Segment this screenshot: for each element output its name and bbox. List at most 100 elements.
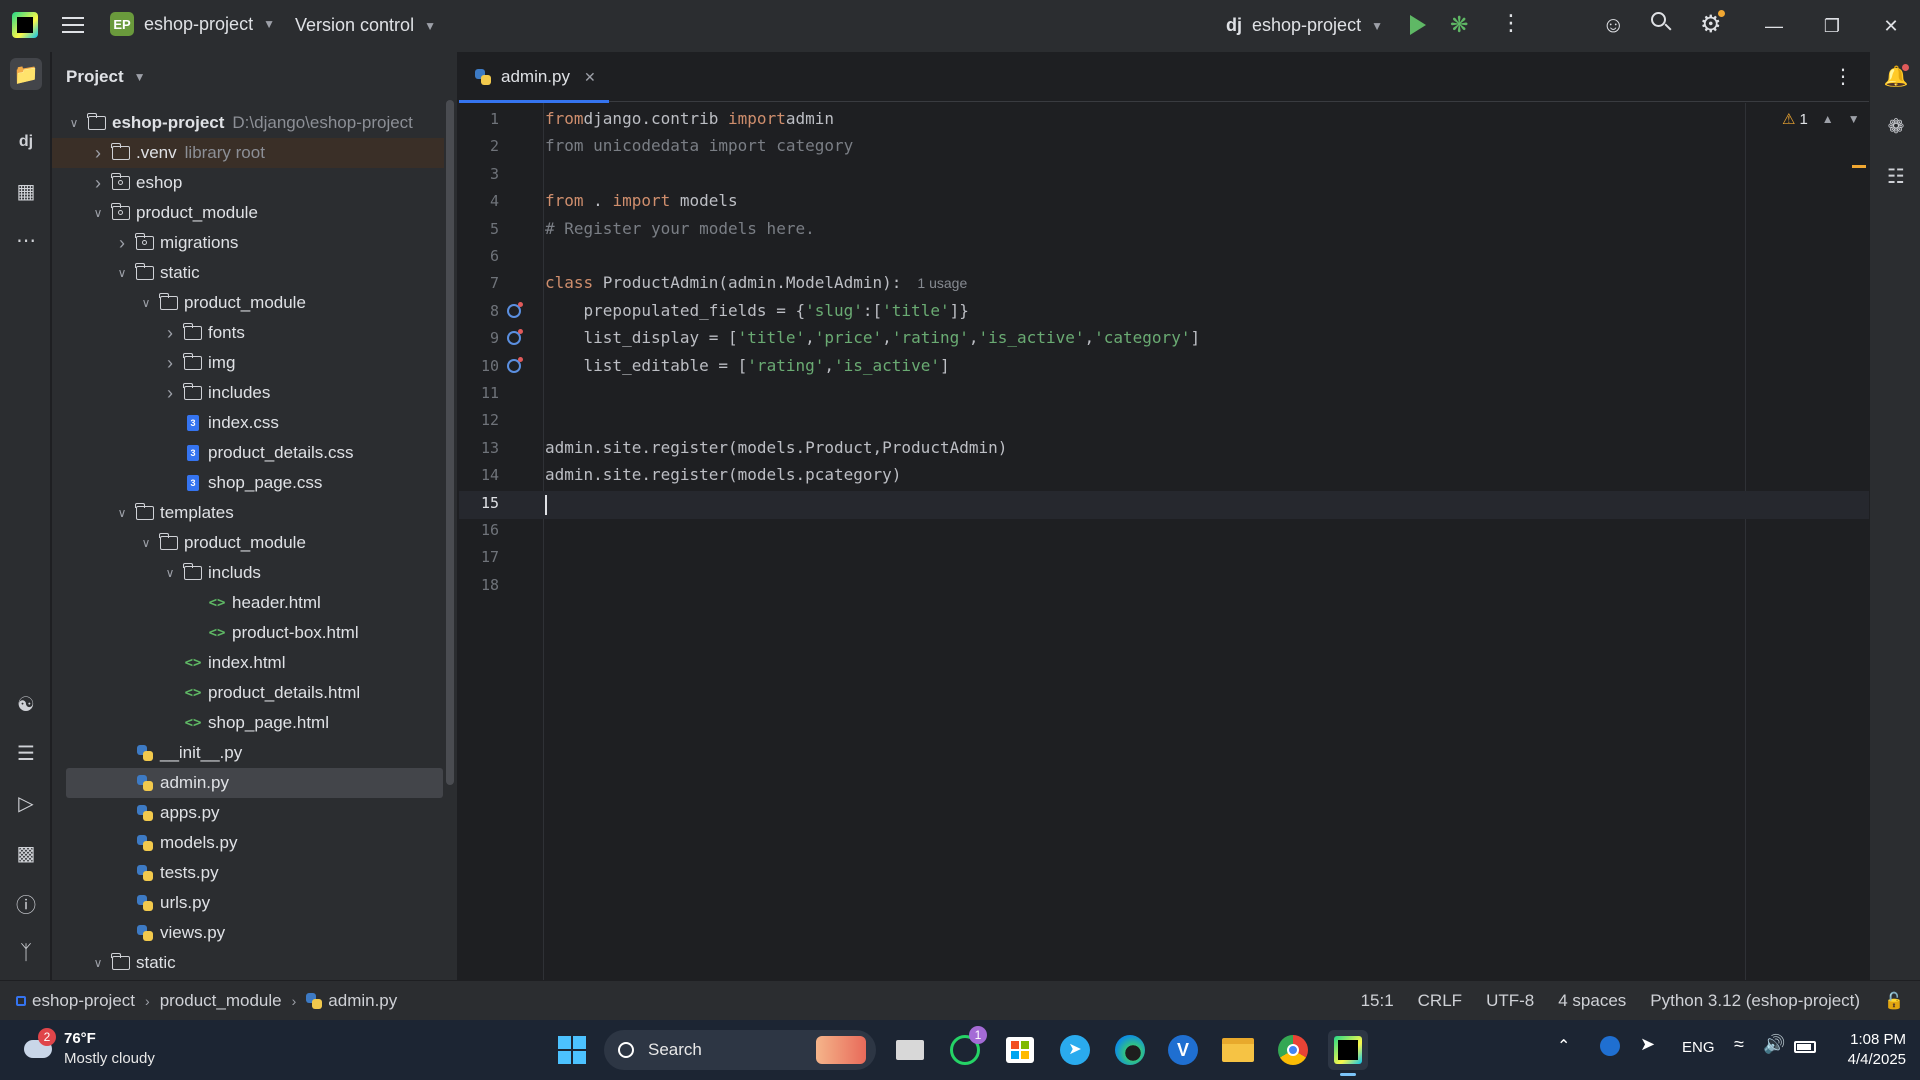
services-icon[interactable]: ▷ xyxy=(10,787,42,819)
version-control-menu[interactable]: Version control ▼ xyxy=(295,15,436,36)
more-actions-icon[interactable]: ⋮ xyxy=(1500,10,1522,36)
vpn-icon[interactable]: V xyxy=(1163,1030,1203,1070)
interpreter-selector[interactable]: Python 3.12 (eshop-project) xyxy=(1650,991,1860,1011)
structure-tool-icon[interactable]: ▦ xyxy=(10,175,42,207)
tree-item[interactable]: ∨ eshop-project D:\django\eshop-project xyxy=(52,108,444,138)
debug-icon[interactable]: ❋ xyxy=(1450,12,1468,38)
line-ending[interactable]: CRLF xyxy=(1418,991,1462,1011)
project-tool-icon[interactable]: 📁 xyxy=(10,58,42,90)
close-tab-icon[interactable]: ✕ xyxy=(584,69,596,86)
lock-icon[interactable]: 🔓 xyxy=(1884,991,1904,1011)
tree-item[interactable]: › includes xyxy=(52,378,444,408)
previous-highlight-icon[interactable]: ▲ xyxy=(1822,112,1834,126)
git-icon[interactable]: ᛉ xyxy=(10,937,42,969)
tree-item[interactable]: <> index.html xyxy=(52,648,444,678)
search-everywhere-icon[interactable] xyxy=(1651,12,1673,34)
indent-setting[interactable]: 4 spaces xyxy=(1558,991,1626,1011)
tree-item[interactable]: › .venv library root xyxy=(52,138,444,168)
chrome-icon[interactable] xyxy=(1273,1030,1313,1070)
telegram-icon[interactable]: ➤ xyxy=(1055,1030,1095,1070)
caret-position[interactable]: 15:1 xyxy=(1361,991,1394,1011)
layers-icon[interactable]: ☰ xyxy=(10,737,42,769)
tree-item[interactable]: <> product-box.html xyxy=(52,618,444,648)
run-config-selector[interactable]: dj eshop-project ▼ xyxy=(1226,15,1383,36)
warning-stripe-marker[interactable] xyxy=(1852,165,1866,168)
tree-item[interactable]: views.py xyxy=(52,918,444,948)
database-icon[interactable]: ☷ xyxy=(1880,160,1912,192)
overrides-icon[interactable] xyxy=(507,356,523,373)
tray-location-icon[interactable]: ➤ xyxy=(1640,1034,1655,1055)
tree-item[interactable]: ∨ product_module xyxy=(52,528,444,558)
run-icon[interactable] xyxy=(1410,15,1426,35)
microsoft-store-icon[interactable] xyxy=(1000,1030,1040,1070)
tree-item[interactable]: urls.py xyxy=(52,888,444,918)
tree-item[interactable]: tests.py xyxy=(52,858,444,888)
show-hidden-icons[interactable]: ⌃ xyxy=(1557,1036,1570,1056)
chevron-down-icon[interactable]: ∨ xyxy=(138,536,154,550)
project-selector[interactable]: EP eshop-project ▼ xyxy=(110,12,275,36)
tree-item[interactable]: ∨ static xyxy=(52,948,444,978)
settings-icon[interactable]: ⚙ xyxy=(1700,10,1725,39)
tree-item[interactable]: › fonts xyxy=(52,318,444,348)
chevron-right-icon[interactable]: › xyxy=(162,383,178,404)
tree-item[interactable]: 3 product_details.css xyxy=(52,438,444,468)
file-explorer-icon[interactable] xyxy=(1218,1030,1258,1070)
chevron-down-icon[interactable]: ∨ xyxy=(114,266,130,280)
tab-options-icon[interactable]: ⋮ xyxy=(1833,64,1853,89)
tree-item[interactable]: ∨ product_module xyxy=(52,288,444,318)
tree-item[interactable]: 3 index.css xyxy=(52,408,444,438)
ai-assistant-icon[interactable]: ❁ xyxy=(1880,110,1912,142)
tray-vpn-icon[interactable] xyxy=(1600,1036,1620,1056)
start-button[interactable] xyxy=(552,1030,592,1070)
python-packages-icon[interactable]: ☯ xyxy=(10,688,42,720)
clock[interactable]: 1:08 PM 4/4/2025 xyxy=(1836,1030,1906,1070)
overrides-icon[interactable] xyxy=(507,329,523,346)
tree-item[interactable]: › migrations xyxy=(52,228,444,258)
file-encoding[interactable]: UTF-8 xyxy=(1486,991,1534,1011)
django-structure-icon[interactable]: dj xyxy=(10,126,42,158)
tab-admin-py[interactable]: admin.py ✕ xyxy=(459,52,609,103)
terminal-icon[interactable]: ▩ xyxy=(10,837,42,869)
overrides-icon[interactable] xyxy=(507,301,523,318)
restore-button[interactable]: ❐ xyxy=(1803,0,1861,52)
wifi-icon[interactable]: ≈ xyxy=(1734,1034,1744,1055)
taskbar-search[interactable]: Search xyxy=(604,1030,876,1070)
notifications-icon[interactable]: 🔔 xyxy=(1880,60,1912,92)
problems-icon[interactable]: ⓘ xyxy=(10,887,42,919)
chevron-right-icon[interactable]: › xyxy=(162,353,178,374)
pycharm-logo-icon[interactable] xyxy=(12,12,38,38)
code-area[interactable]: 1 fromdjango.contrib importadmin 2 from uni… xyxy=(459,103,1869,980)
tree-item[interactable]: __init__.py xyxy=(52,738,444,768)
tree-item[interactable]: 3 shop_page.css xyxy=(52,468,444,498)
usage-hint[interactable]: 1 usage xyxy=(917,275,967,291)
whatsapp-icon[interactable]: 1 xyxy=(945,1026,987,1070)
main-menu-icon[interactable] xyxy=(62,14,84,36)
chevron-right-icon[interactable]: › xyxy=(90,143,106,164)
tree-item[interactable]: <> shop_page.html xyxy=(52,708,444,738)
chevron-right-icon[interactable]: › xyxy=(114,233,130,254)
chevron-down-icon[interactable]: ∨ xyxy=(138,296,154,310)
tree-item[interactable]: ∨ includs xyxy=(52,558,444,588)
task-view-icon[interactable] xyxy=(890,1030,930,1070)
chevron-down-icon[interactable]: ∨ xyxy=(90,206,106,220)
close-button[interactable]: ✕ xyxy=(1862,0,1920,52)
next-highlight-icon[interactable]: ▼ xyxy=(1848,112,1860,126)
tree-item[interactable]: ∨ static xyxy=(52,258,444,288)
edge-icon[interactable] xyxy=(1110,1030,1150,1070)
chevron-right-icon[interactable]: › xyxy=(162,323,178,344)
more-tools-icon[interactable]: ⋯ xyxy=(10,224,42,256)
language-indicator[interactable]: ENG xyxy=(1682,1039,1715,1056)
weather-widget[interactable]: 2 76°F Mostly cloudy xyxy=(20,1028,170,1072)
tree-item[interactable]: › img xyxy=(52,348,444,378)
tree-item[interactable]: <> header.html xyxy=(52,588,444,618)
tree-item[interactable]: <> product_details.html xyxy=(52,678,444,708)
tree-item[interactable]: apps.py xyxy=(52,798,444,828)
pycharm-taskbar-icon[interactable] xyxy=(1328,1030,1368,1076)
tree-item-selected[interactable]: admin.py xyxy=(66,768,443,798)
chevron-down-icon[interactable]: ∨ xyxy=(90,956,106,970)
inspections-widget[interactable]: ⚠ 1 ▲ ▼ xyxy=(1782,110,1860,129)
project-scrollbar[interactable] xyxy=(446,100,454,785)
tree-item[interactable]: models.py xyxy=(52,828,444,858)
minimize-button[interactable]: — xyxy=(1745,0,1803,52)
volume-icon[interactable]: 🔊 xyxy=(1763,1034,1785,1055)
